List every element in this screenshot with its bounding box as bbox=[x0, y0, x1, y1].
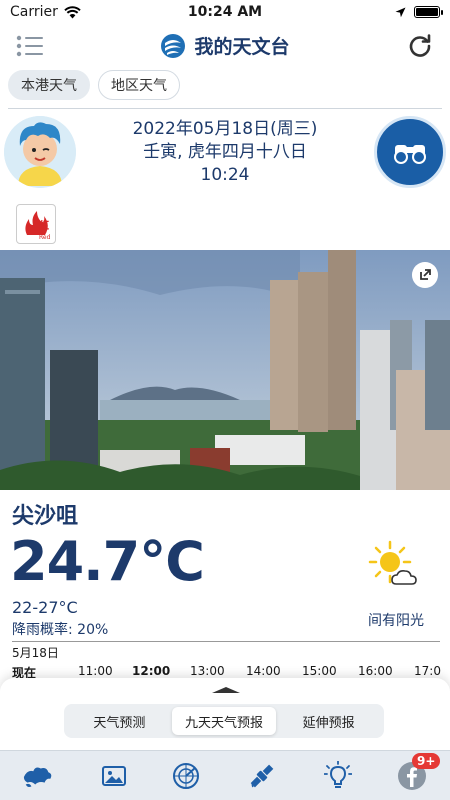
photo-icon[interactable] bbox=[98, 761, 130, 791]
hour-label: 12:00 bbox=[132, 664, 171, 678]
open-external-icon[interactable] bbox=[412, 262, 438, 288]
status-bar: Carrier 10:24 AM bbox=[0, 0, 450, 24]
forecast-segmented-control: 天气预测 九天天气预报 延伸预报 bbox=[64, 704, 384, 738]
warning-sub: Red bbox=[39, 234, 51, 241]
date-header: 2022年05月18日(周三) 壬寅, 虎年四月十八日 10:24 bbox=[0, 114, 450, 194]
current-time: 10:24 bbox=[200, 165, 250, 185]
hour-label: 13:00 bbox=[190, 664, 225, 678]
app-title-text: 我的天文台 bbox=[194, 36, 290, 58]
satellite-icon[interactable] bbox=[246, 761, 278, 791]
segment-extended-forecast[interactable]: 延伸预报 bbox=[276, 707, 381, 735]
radar-icon[interactable] bbox=[170, 761, 202, 791]
gregorian-date: 2022年05月18日(周三) bbox=[132, 119, 318, 139]
forecast-date: 5月18日 bbox=[12, 646, 59, 660]
divider bbox=[8, 108, 442, 109]
app-title: 我的天文台 bbox=[0, 32, 450, 59]
mascot-avatar[interactable] bbox=[4, 116, 76, 188]
mascot-icon bbox=[4, 116, 76, 188]
current-temperature: 24.7°C bbox=[10, 530, 205, 593]
notification-badge: 9+ bbox=[412, 753, 441, 769]
location-name: 尖沙咀 bbox=[12, 504, 79, 529]
hour-label: 16:00 bbox=[358, 664, 393, 678]
bottom-tabbar: 9+ bbox=[0, 750, 450, 800]
tab-local-weather[interactable]: 本港天气 bbox=[8, 70, 90, 100]
forecast-bottom-sheet[interactable]: 天气预测 九天天气预报 延伸预报 bbox=[0, 678, 450, 750]
temperature-range: 22-27°C bbox=[12, 598, 78, 617]
tips-icon[interactable] bbox=[322, 761, 354, 791]
sun-cloud-icon bbox=[368, 540, 417, 585]
top-nav: 我的天文台 bbox=[0, 26, 450, 66]
tab-regional-weather[interactable]: 地区天气 bbox=[98, 70, 180, 100]
segment-weather-forecast[interactable]: 天气预测 bbox=[67, 707, 172, 735]
facebook-icon[interactable]: 9+ bbox=[396, 753, 441, 791]
hour-label: 11:00 bbox=[78, 664, 113, 678]
warning-text: 紅 bbox=[39, 219, 49, 232]
hour-label: 15:00 bbox=[302, 664, 337, 678]
hour-label: 17:0 bbox=[414, 664, 441, 678]
hour-label: 14:00 bbox=[246, 664, 281, 678]
city-skyline-photo bbox=[0, 250, 450, 490]
hko-logo-icon bbox=[161, 33, 186, 58]
refresh-icon[interactable] bbox=[406, 32, 434, 60]
webcam-image[interactable] bbox=[0, 250, 450, 490]
weather-description: 间有阳光 bbox=[368, 613, 424, 629]
hong-kong-map-icon[interactable] bbox=[22, 761, 54, 791]
my-weather-observation-button[interactable] bbox=[374, 116, 446, 188]
status-time: 10:24 AM bbox=[187, 4, 263, 20]
region-tabs: 本港天气 地区天气 bbox=[8, 70, 180, 100]
chevron-up-icon[interactable] bbox=[210, 686, 242, 694]
lunar-date: 壬寅, 虎年四月十八日 bbox=[143, 142, 307, 162]
rain-probability: 降雨概率: 20% bbox=[12, 622, 109, 638]
battery-icon bbox=[414, 6, 443, 18]
segment-nine-day-forecast[interactable]: 九天天气预报 bbox=[171, 707, 277, 735]
date-block: 2022年05月18日(周三) 壬寅, 虎年四月十八日 10:24 bbox=[90, 118, 360, 187]
binoculars-icon bbox=[394, 145, 426, 164]
forecast-divider bbox=[12, 641, 440, 642]
red-fire-danger-warning-icon[interactable]: 紅 Red bbox=[16, 204, 56, 244]
